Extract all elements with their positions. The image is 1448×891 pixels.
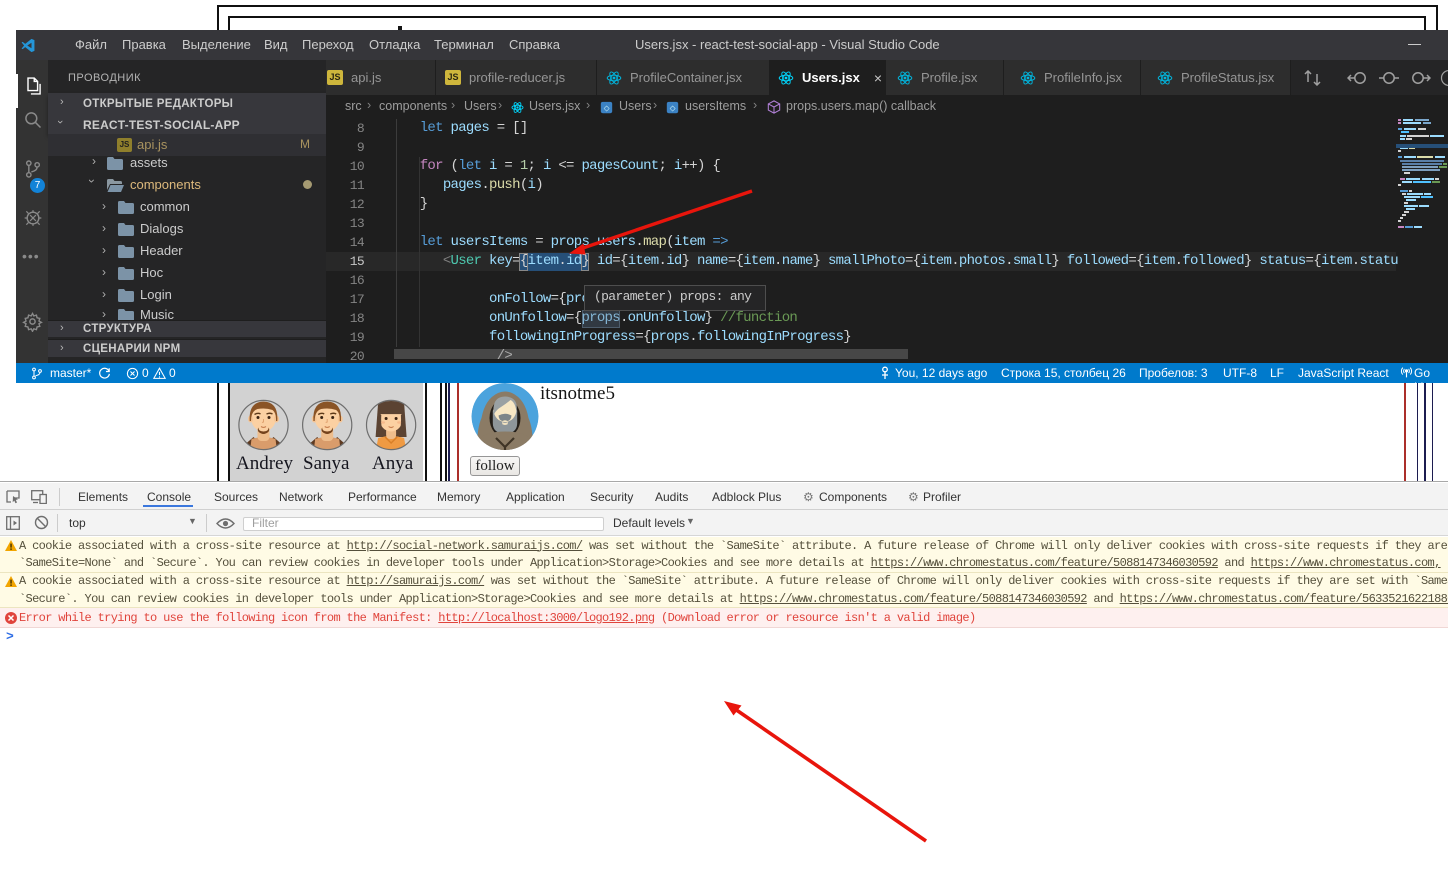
svg-text:◇: ◇ bbox=[604, 105, 610, 113]
svg-text:◇: ◇ bbox=[670, 105, 676, 113]
